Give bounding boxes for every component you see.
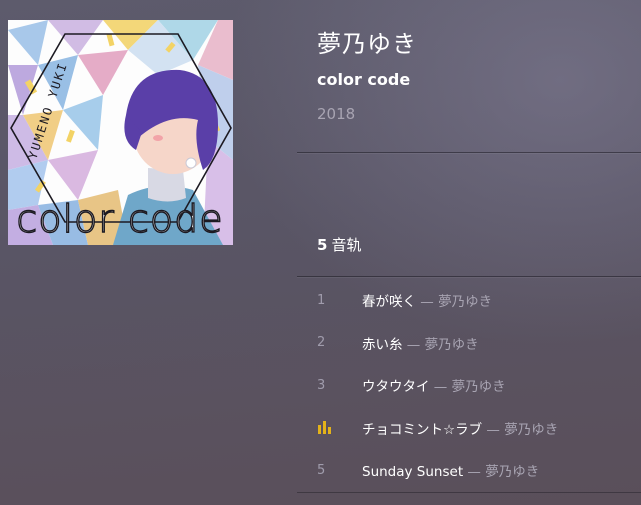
album-title: color code [317, 70, 411, 89]
track-title: チョコミント☆ラブ [362, 421, 483, 438]
track-artist[interactable]: 夢乃ゆき [425, 337, 479, 353]
album-artist[interactable]: 夢乃ゆき [317, 24, 417, 59]
track-row[interactable]: 5 Sunday Sunset — 夢乃ゆき [297, 449, 641, 492]
track-title: Sunday Sunset [362, 464, 464, 481]
track-count: 5 [317, 236, 328, 254]
svg-text:color code: color code [16, 197, 223, 241]
track-title: ウタウタイ [362, 379, 430, 396]
divider [297, 152, 641, 153]
track-count-header: 5 音轨 [317, 234, 361, 255]
album-cover-art: YUMENO YUKI color code [8, 20, 233, 245]
track-row-playing[interactable]: チョコミント☆ラブ — 夢乃ゆき [297, 407, 641, 450]
album-cover: YUMENO YUKI color code [8, 20, 233, 245]
track-artist[interactable]: 夢乃ゆき [485, 464, 539, 480]
track-number: 5 [317, 462, 326, 478]
track-artist[interactable]: 夢乃ゆき [438, 294, 492, 310]
track-artist[interactable]: 夢乃ゆき [504, 422, 558, 438]
track-row[interactable]: 2 赤い糸 — 夢乃ゆき [297, 322, 641, 365]
track-list: 1 春が咲く — 夢乃ゆき 2 赤い糸 — 夢乃ゆき 3 ウタウタイ — 夢乃ゆ… [297, 279, 641, 492]
track-number: 1 [317, 292, 326, 308]
track-separator: — [406, 336, 421, 353]
track-artist[interactable]: 夢乃ゆき [452, 379, 506, 395]
equalizer-icon [318, 420, 332, 434]
track-number: 3 [317, 377, 326, 393]
track-number: 2 [317, 335, 326, 351]
album-year: 2018 [317, 105, 356, 123]
track-row[interactable]: 3 ウタウタイ — 夢乃ゆき [297, 364, 641, 407]
divider [297, 492, 641, 493]
track-title: 春が咲く [362, 294, 416, 311]
divider [297, 276, 641, 277]
track-row[interactable]: 1 春が咲く — 夢乃ゆき [297, 279, 641, 322]
track-separator: — [433, 379, 448, 396]
track-count-label: 音轨 [331, 236, 362, 254]
track-title: 赤い糸 [362, 336, 403, 353]
track-separator: — [420, 294, 434, 311]
track-separator: — [467, 464, 481, 481]
track-separator: — [486, 421, 500, 438]
